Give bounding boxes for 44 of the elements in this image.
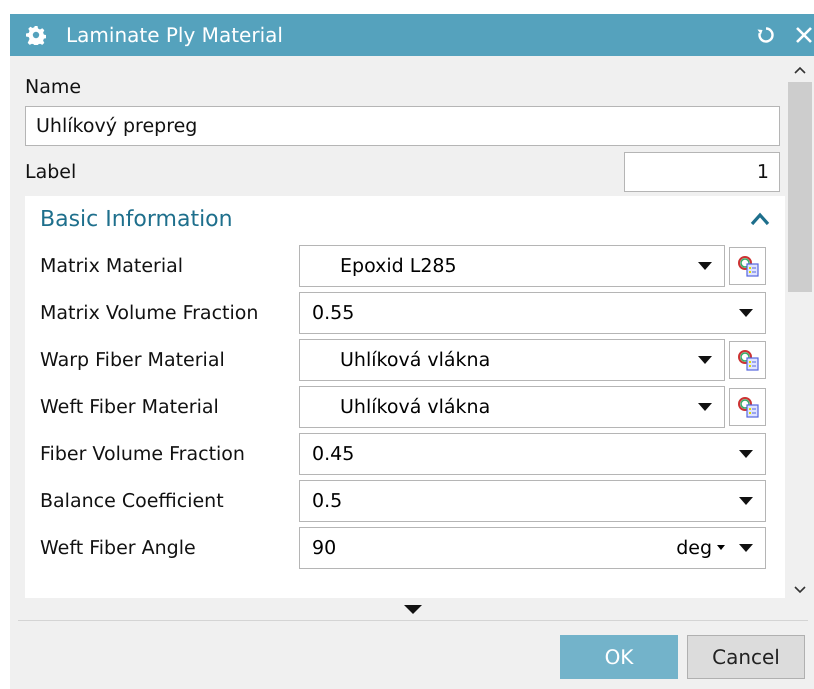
collapse-icon[interactable] [749, 212, 771, 226]
close-icon[interactable] [794, 25, 814, 45]
dropdown-field[interactable]: 0.5 [299, 480, 766, 522]
library-icon [736, 394, 760, 418]
dropdown-field[interactable]: Epoxid L285 [299, 244, 725, 286]
dropdown-field[interactable]: 90 deg [299, 526, 766, 568]
label-label: Label [25, 161, 76, 183]
caret-icon [739, 450, 753, 458]
scroll-down-icon[interactable] [794, 586, 806, 594]
window-title: Laminate Ply Material [66, 23, 284, 47]
cancel-button[interactable]: Cancel [687, 635, 805, 679]
library-icon [736, 254, 760, 278]
caret-icon [717, 545, 725, 550]
field-label: Matrix Volume Fraction [40, 302, 260, 324]
settings-icon[interactable] [26, 25, 46, 45]
field-label: Balance Coefficient [40, 490, 225, 512]
dropdown-field[interactable]: 0.55 [299, 292, 766, 334]
name-label: Name [25, 76, 82, 98]
scroll-up-icon[interactable] [794, 66, 806, 74]
dropdown-field[interactable]: Uhlíková vlákna [299, 338, 725, 380]
caret-icon [739, 308, 753, 316]
expand-icon[interactable] [404, 604, 422, 614]
dropdown-field[interactable]: 0.45 [299, 432, 766, 474]
name-field[interactable]: Uhlíkový prepreg [25, 106, 780, 146]
caret-icon [698, 356, 712, 364]
field-label: Weft Fiber Angle [40, 536, 197, 558]
field-label: Matrix Material [40, 254, 184, 276]
field-label: Warp Fiber Material [40, 348, 226, 370]
scrollbar-thumb[interactable] [788, 82, 812, 292]
field-label: Fiber Volume Fraction [40, 442, 246, 464]
dropdown-field[interactable]: Uhlíková vlákna [299, 386, 725, 428]
unit-dropdown[interactable]: deg [676, 536, 725, 558]
caret-icon [698, 262, 712, 270]
material-library-button[interactable] [729, 340, 766, 378]
material-library-button[interactable] [729, 388, 766, 426]
section-title[interactable]: Basic Information [40, 206, 233, 232]
caret-icon [739, 544, 753, 552]
reset-icon[interactable] [756, 25, 776, 45]
field-label: Weft Fiber Material [40, 396, 220, 418]
material-library-button[interactable] [729, 246, 766, 284]
caret-icon [698, 402, 712, 410]
library-icon [736, 348, 760, 372]
label-field[interactable]: 1 [624, 152, 780, 192]
caret-icon [739, 496, 753, 504]
